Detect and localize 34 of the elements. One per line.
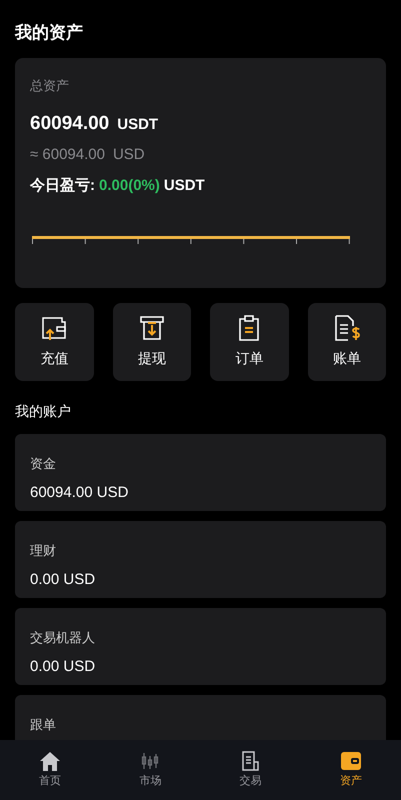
account-name: 资金 <box>30 454 56 472</box>
account-name: 交易机器人 <box>30 628 95 646</box>
account-card[interactable]: 交易机器人 0.00 USD <box>15 608 386 684</box>
candlestick-icon <box>140 750 160 771</box>
currency-unit: USD <box>112 145 145 165</box>
home-icon <box>39 750 62 771</box>
wallet-icon <box>340 750 362 771</box>
deposit-button[interactable]: 充值 <box>15 302 94 380</box>
account-value: 0.00 USD <box>30 656 96 676</box>
tab[interactable]: 资产 <box>300 740 401 800</box>
account-name: 跟单 <box>30 716 56 734</box>
account-card[interactable]: 理财 0.00 USD <box>15 520 386 598</box>
account-card[interactable]: 跟单 <box>15 694 386 740</box>
currency-unit: USDT <box>117 114 158 134</box>
orders-button[interactable]: 订单 <box>210 302 288 380</box>
account-value: 60094.00 USD <box>30 482 128 502</box>
account-card[interactable]: 资金 60094.00 USD <box>15 434 386 510</box>
account-name: 理财 <box>30 542 56 560</box>
pnl-value: 0.00(0%) <box>99 176 160 196</box>
total-amount: 60094.00 <box>30 112 110 136</box>
pnl-label: 今日盈亏: <box>30 176 95 196</box>
total-assets-label: 总资产 <box>30 76 69 94</box>
approx-amount: ≈ 60094.00 <box>30 145 105 165</box>
withdraw-button[interactable]: 提现 <box>112 302 191 380</box>
slot-down-arrow-icon <box>138 314 166 342</box>
tab[interactable]: 首页 <box>0 740 100 800</box>
page-title: 我的资产 <box>15 22 83 44</box>
tab[interactable]: 市场 <box>100 740 200 800</box>
tab[interactable]: 交易 <box>200 740 301 800</box>
currency-unit: USDT <box>164 176 205 196</box>
section-title: 我的账户 <box>15 402 71 420</box>
document-icon <box>240 750 261 771</box>
bills-button[interactable]: 账单 <box>308 302 386 380</box>
account-value: 0.00 USD <box>30 570 96 590</box>
